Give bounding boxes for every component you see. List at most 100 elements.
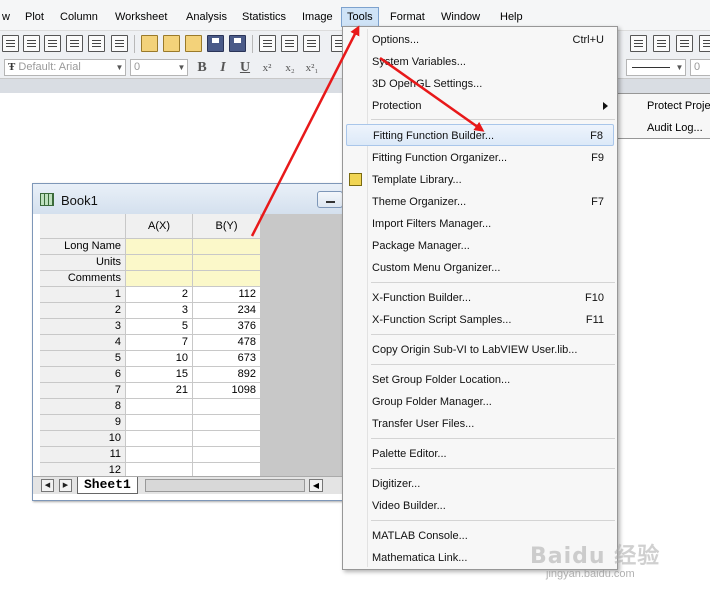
- menu-item-opengl-settings[interactable]: 3D OpenGL Settings...: [346, 73, 614, 95]
- row-number[interactable]: 5: [40, 351, 126, 367]
- menu-item-fitting-function-organizer[interactable]: Fitting Function Organizer... F9: [346, 147, 614, 169]
- comments-cell[interactable]: [126, 271, 193, 287]
- workbook-window[interactable]: Book1 A(X) B(Y) Long Name Units Comments…: [32, 183, 384, 501]
- long-name-cell[interactable]: [193, 239, 261, 255]
- data-cell[interactable]: 21: [126, 383, 193, 399]
- menu-item-transfer-user-files[interactable]: Transfer User Files...: [346, 413, 614, 435]
- import-ascii-icon[interactable]: [281, 35, 298, 52]
- code-builder-icon[interactable]: [699, 35, 710, 52]
- menu-analysis[interactable]: Analysis: [184, 9, 229, 25]
- menu-item-import-filters-manager[interactable]: Import Filters Manager...: [346, 213, 614, 235]
- line-style-select[interactable]: ▼: [626, 59, 686, 76]
- new-workbook-icon[interactable]: [23, 35, 40, 52]
- column-header-a[interactable]: A(X): [126, 214, 193, 239]
- row-number[interactable]: 10: [40, 431, 126, 447]
- supsub-button[interactable]: x²₁: [305, 60, 319, 76]
- data-cell[interactable]: 15: [126, 367, 193, 383]
- data-cell[interactable]: 234: [193, 303, 261, 319]
- worksheet-grid[interactable]: A(X) B(Y) Long Name Units Comments 1 2 1…: [40, 214, 261, 476]
- data-cell[interactable]: [126, 463, 193, 476]
- save-template-icon[interactable]: [229, 35, 246, 52]
- command-window-icon[interactable]: [676, 35, 693, 52]
- row-number[interactable]: 7: [40, 383, 126, 399]
- menu-worksheet[interactable]: Worksheet: [113, 9, 169, 25]
- data-cell[interactable]: 892: [193, 367, 261, 383]
- superscript-button[interactable]: x²: [260, 60, 274, 76]
- menu-item-fitting-function-builder[interactable]: Fitting Function Builder... F8: [346, 124, 614, 146]
- horizontal-scrollbar[interactable]: [145, 479, 305, 492]
- row-number[interactable]: 8: [40, 399, 126, 415]
- row-number[interactable]: 2: [40, 303, 126, 319]
- row-number[interactable]: 9: [40, 415, 126, 431]
- save-project-icon[interactable]: [207, 35, 224, 52]
- data-cell[interactable]: [193, 463, 261, 476]
- data-cell[interactable]: 673: [193, 351, 261, 367]
- data-cell[interactable]: 478: [193, 335, 261, 351]
- menu-item-video-builder[interactable]: Video Builder...: [346, 495, 614, 517]
- row-number[interactable]: 6: [40, 367, 126, 383]
- menu-item-copy-origin-sub-vi[interactable]: Copy Origin Sub-VI to LabVIEW User.lib..…: [346, 339, 614, 361]
- data-cell[interactable]: [126, 399, 193, 415]
- menu-item-group-folder-manager[interactable]: Group Folder Manager...: [346, 391, 614, 413]
- underline-button[interactable]: U: [238, 60, 252, 76]
- new-matrix-icon[interactable]: [66, 35, 83, 52]
- font-select[interactable]: Ŧ Default: Arial ▼: [4, 59, 126, 76]
- workbook-titlebar[interactable]: Book1: [33, 184, 383, 214]
- protect-project-item[interactable]: Protect Proje: [647, 96, 710, 116]
- prev-sheet-button[interactable]: ◀: [41, 479, 54, 492]
- new-project-icon[interactable]: [2, 35, 19, 52]
- menu-window[interactable]: Window: [439, 9, 482, 25]
- data-cell[interactable]: [193, 431, 261, 447]
- units-cell[interactable]: [193, 255, 261, 271]
- menu-item-protection[interactable]: Protection: [346, 95, 614, 117]
- results-log-icon[interactable]: [653, 35, 670, 52]
- data-cell[interactable]: [193, 415, 261, 431]
- font-size-select[interactable]: 0 ▼: [130, 59, 188, 76]
- menu-plot[interactable]: Plot: [23, 9, 46, 25]
- menu-item-x-function-script-samples[interactable]: X-Function Script Samples... F11: [346, 309, 614, 331]
- new-graph-icon[interactable]: [88, 35, 105, 52]
- open-template-icon[interactable]: [163, 35, 180, 52]
- data-cell[interactable]: 1098: [193, 383, 261, 399]
- new-layout-icon[interactable]: [111, 35, 128, 52]
- row-number[interactable]: 1: [40, 287, 126, 303]
- menu-tools[interactable]: Tools: [341, 7, 379, 27]
- long-name-cell[interactable]: [126, 239, 193, 255]
- import-icon[interactable]: [259, 35, 276, 52]
- data-cell[interactable]: 2: [126, 287, 193, 303]
- data-cell[interactable]: 3: [126, 303, 193, 319]
- data-cell[interactable]: [193, 399, 261, 415]
- menu-column[interactable]: Column: [58, 9, 100, 25]
- import-multiple-icon[interactable]: [303, 35, 320, 52]
- line-width-select[interactable]: 0: [690, 59, 710, 76]
- menu-item-custom-menu-organizer[interactable]: Custom Menu Organizer...: [346, 257, 614, 279]
- data-cell[interactable]: 7: [126, 335, 193, 351]
- menu-image[interactable]: Image: [300, 9, 335, 25]
- comments-cell[interactable]: [193, 271, 261, 287]
- data-cell[interactable]: 112: [193, 287, 261, 303]
- data-cell[interactable]: [126, 431, 193, 447]
- next-sheet-button[interactable]: ▶: [59, 479, 72, 492]
- row-number[interactable]: 12: [40, 463, 126, 476]
- menu-item-x-function-builder[interactable]: X-Function Builder... F10: [346, 287, 614, 309]
- zoom-icon[interactable]: [630, 35, 647, 52]
- menu-statistics[interactable]: Statistics: [240, 9, 288, 25]
- italic-button[interactable]: I: [216, 60, 230, 76]
- data-cell[interactable]: 10: [126, 351, 193, 367]
- row-number[interactable]: 11: [40, 447, 126, 463]
- menu-item-system-variables[interactable]: System Variables...: [346, 51, 614, 73]
- sheet-tab[interactable]: Sheet1: [77, 477, 138, 494]
- column-header-b[interactable]: B(Y): [193, 214, 261, 239]
- menu-item-options[interactable]: Options... Ctrl+U: [346, 29, 614, 51]
- data-cell[interactable]: [126, 415, 193, 431]
- menu-item-palette-editor[interactable]: Palette Editor...: [346, 443, 614, 465]
- menu-format[interactable]: Format: [388, 9, 427, 25]
- menu-view[interactable]: w: [0, 9, 12, 25]
- data-cell[interactable]: 5: [126, 319, 193, 335]
- menu-item-digitizer[interactable]: Digitizer...: [346, 473, 614, 495]
- row-number[interactable]: 3: [40, 319, 126, 335]
- scroll-left-button[interactable]: ◀: [309, 479, 323, 492]
- new-function-icon[interactable]: [44, 35, 61, 52]
- data-cell[interactable]: [126, 447, 193, 463]
- menu-item-theme-organizer[interactable]: Theme Organizer... F7: [346, 191, 614, 213]
